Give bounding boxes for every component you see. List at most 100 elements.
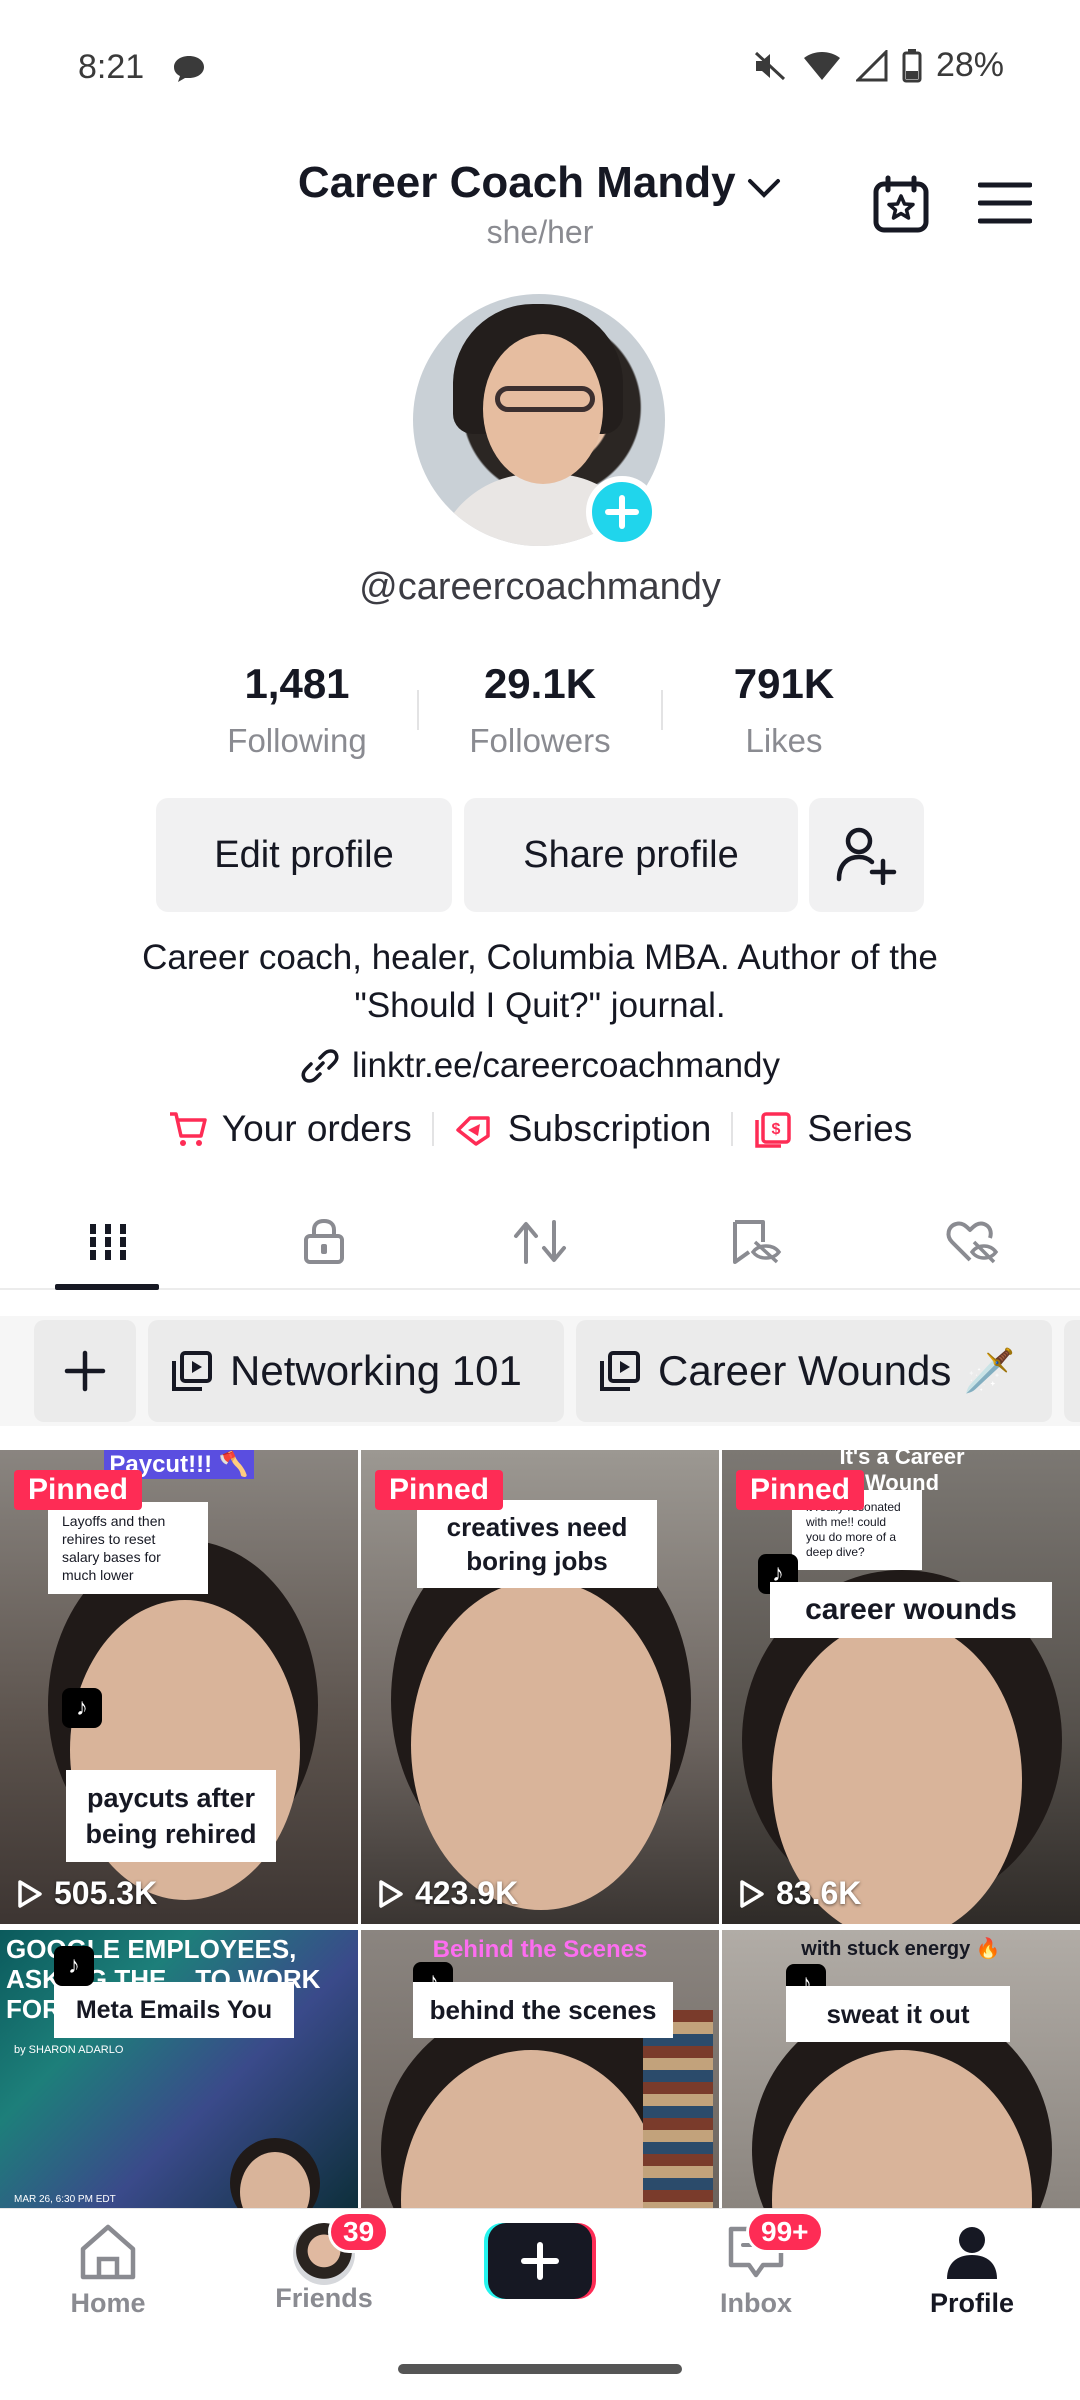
video-top-text: Behind the Scenes bbox=[432, 1936, 648, 1963]
play-icon bbox=[379, 1879, 403, 1908]
create-button[interactable] bbox=[484, 2223, 596, 2299]
wifi-icon bbox=[803, 51, 840, 80]
status-time: 8:21 bbox=[78, 48, 145, 86]
service-label: Your orders bbox=[221, 1108, 412, 1149]
view-count-text: 83.6K bbox=[776, 1875, 862, 1911]
display-name: Career Coach Mandy bbox=[297, 158, 736, 207]
add-playlist-button[interactable] bbox=[34, 1320, 136, 1422]
video-tile[interactable]: GOOGLE EMPLOYEES, ASKING THE... TO WORK … bbox=[0, 1930, 358, 2210]
battery-icon bbox=[902, 48, 922, 82]
profile-header: Career Coach Mandy she/her bbox=[0, 150, 1080, 260]
view-count: 505.3K bbox=[16, 1875, 157, 1912]
service-label: Subscription bbox=[507, 1108, 712, 1149]
liked-hidden-icon bbox=[946, 1221, 999, 1264]
video-caption: paycuts after being rehired bbox=[66, 1770, 276, 1862]
mute-icon bbox=[754, 51, 785, 80]
service-label: Series bbox=[807, 1108, 913, 1149]
your-orders-link[interactable]: Your orders bbox=[148, 1108, 432, 1150]
tab-reposts[interactable] bbox=[432, 1196, 648, 1288]
profile-tabs bbox=[0, 1196, 1080, 1290]
notification-badge: 99+ bbox=[746, 2211, 824, 2253]
video-top-text: with stuck energy 🔥 bbox=[801, 1938, 1001, 1960]
stat-label: Likes bbox=[745, 722, 823, 759]
plus-icon bbox=[605, 495, 639, 529]
video-caption: creatives need boring jobs bbox=[417, 1500, 657, 1588]
username: @careercoachmandy bbox=[359, 566, 721, 608]
series-icon: $ bbox=[755, 1112, 792, 1148]
video-caption: behind the scenes bbox=[413, 1982, 673, 2038]
tab-favorites[interactable] bbox=[648, 1196, 864, 1288]
playlist-label: Career Wounds 🗡️ bbox=[658, 1346, 1016, 1394]
link-text: linktr.ee/careercoachmandy bbox=[352, 1046, 780, 1085]
subscription-icon bbox=[455, 1116, 490, 1146]
profile-stats: 1,481 Following 29.1K Followers 791K Lik… bbox=[0, 660, 1080, 770]
nav-profile[interactable]: Profile bbox=[882, 2223, 1062, 2319]
playlist-icon bbox=[600, 1351, 640, 1391]
video-tile[interactable]: Behind the Scenes ♪ behind the scenes bbox=[361, 1930, 719, 2210]
stat-followers[interactable]: 29.1K Followers bbox=[430, 660, 650, 760]
playlist-label: Networking 101 bbox=[230, 1347, 522, 1394]
bio: Career coach, healer, Columbia MBA. Auth… bbox=[60, 934, 1020, 1030]
profile-services: Your orders Subscription $ Series bbox=[0, 1108, 1080, 1150]
pinned-badge: Pinned bbox=[14, 1470, 143, 1510]
series-link[interactable]: $ Series bbox=[733, 1108, 932, 1150]
pinned-badge: Pinned bbox=[375, 1470, 504, 1510]
video-caption: Meta Emails You bbox=[54, 1982, 294, 2038]
tab-private[interactable] bbox=[216, 1196, 432, 1288]
add-friends-button[interactable] bbox=[809, 798, 924, 912]
playlist-chip[interactable]: Career Wounds 🗡️ bbox=[576, 1320, 1052, 1422]
bio-line: Career coach, healer, Columbia MBA. Auth… bbox=[142, 938, 938, 977]
dateline: MAR 26, 6:30 PM EDT bbox=[14, 2194, 116, 2205]
nav-inbox[interactable]: Inbox 99+ bbox=[666, 2211, 846, 2319]
add-avatar-button[interactable] bbox=[586, 476, 658, 548]
view-count: 83.6K bbox=[738, 1875, 861, 1912]
edit-profile-button[interactable]: Edit profile bbox=[156, 798, 452, 912]
playlist-chip[interactable] bbox=[1064, 1320, 1080, 1422]
status-indicators: 28% bbox=[752, 46, 1004, 85]
playlist-chip[interactable]: Networking 101 bbox=[148, 1320, 564, 1422]
view-count: 423.9K bbox=[377, 1875, 518, 1912]
hamburger-menu-icon[interactable] bbox=[978, 180, 1032, 226]
chevron-down-icon bbox=[748, 178, 781, 198]
tab-videos[interactable] bbox=[0, 1196, 216, 1288]
home-icon bbox=[80, 2224, 136, 2280]
notification-badge: 39 bbox=[328, 2211, 390, 2253]
stat-value: 791K bbox=[733, 660, 835, 707]
divider bbox=[661, 690, 663, 730]
bookshelf bbox=[643, 2010, 713, 2210]
playlist-icon bbox=[172, 1351, 212, 1391]
video-tile[interactable]: Paycut!!! 🪓 Layoffs and then rehires to … bbox=[0, 1450, 358, 1924]
profile-icon bbox=[947, 2227, 997, 2279]
share-profile-button[interactable]: Share profile bbox=[464, 798, 798, 912]
play-icon bbox=[18, 1879, 42, 1908]
stat-value: 29.1K bbox=[483, 660, 597, 707]
battery-percent: 28% bbox=[935, 46, 1004, 84]
playlists-row: Networking 101 Career Wounds 🗡️ bbox=[0, 1316, 1080, 1426]
active-tab-indicator bbox=[55, 1284, 159, 1290]
nav-label: Friends bbox=[275, 2283, 373, 2313]
bio-link[interactable]: linktr.ee/careercoachmandy bbox=[0, 1046, 1080, 1086]
home-indicator bbox=[398, 2364, 682, 2374]
status-bar: 8:21 28% bbox=[0, 0, 1080, 136]
calendar-star-icon[interactable] bbox=[870, 174, 932, 236]
video-tile[interactable]: creatives need boring jobs Pinned 423.9K bbox=[361, 1450, 719, 1924]
stat-likes[interactable]: 791K Likes bbox=[674, 660, 894, 760]
video-tile[interactable]: It's a Career Wound it really resonated … bbox=[722, 1450, 1080, 1924]
saved-hidden-icon bbox=[733, 1220, 782, 1264]
repost-icon bbox=[514, 1220, 566, 1264]
tab-liked[interactable] bbox=[864, 1196, 1080, 1288]
view-count-text: 505.3K bbox=[54, 1875, 158, 1911]
lock-icon bbox=[304, 1218, 344, 1264]
nav-friends[interactable]: Friends 39 bbox=[234, 2211, 414, 2314]
video-grid: Paycut!!! 🪓 Layoffs and then rehires to … bbox=[0, 1450, 1080, 2210]
subscription-link[interactable]: Subscription bbox=[434, 1108, 732, 1150]
nav-label: Profile bbox=[929, 2288, 1015, 2318]
stat-following[interactable]: 1,481 Following bbox=[187, 660, 407, 760]
view-count-text: 423.9K bbox=[415, 1875, 519, 1911]
video-tile[interactable]: with stuck energy 🔥 ♪ sweat it out bbox=[722, 1930, 1080, 2210]
bio-line: "Should I Quit?" journal. bbox=[354, 986, 726, 1025]
comment-bubble: Layoffs and then rehires to reset salary… bbox=[48, 1502, 208, 1594]
svg-text:$: $ bbox=[772, 1121, 781, 1138]
pinned-badge: Pinned bbox=[736, 1470, 865, 1510]
nav-home[interactable]: Home bbox=[18, 2223, 198, 2319]
